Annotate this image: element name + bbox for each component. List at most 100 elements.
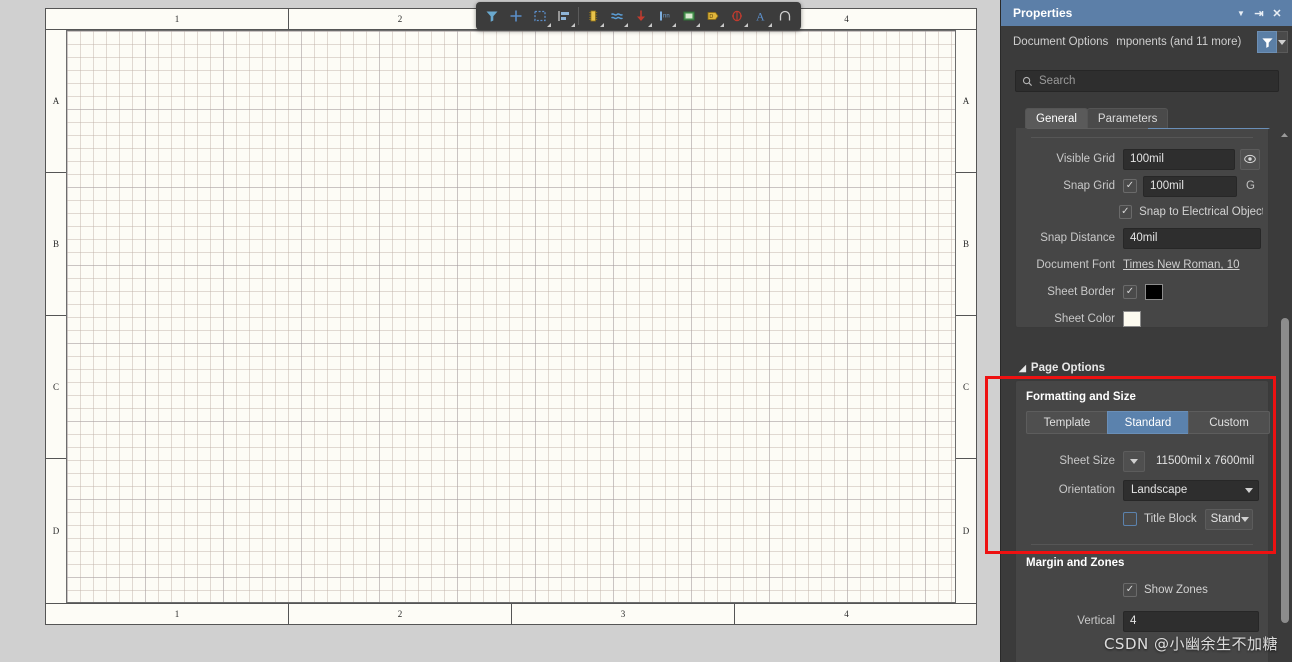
sheet-size-dropdown[interactable] bbox=[1123, 450, 1145, 472]
panel-close-icon[interactable]: ✕ bbox=[1268, 4, 1286, 22]
title-block-checkbox[interactable] bbox=[1123, 512, 1137, 526]
filter-icon[interactable] bbox=[480, 4, 504, 28]
object-filter-dropdown[interactable] bbox=[1276, 31, 1288, 53]
object-filter-primary[interactable]: Document Options bbox=[1013, 36, 1108, 48]
page-options-header[interactable]: ◢ Page Options bbox=[1019, 362, 1105, 374]
orientation-row: Orientation Landscape bbox=[1021, 479, 1263, 501]
eye-icon[interactable] bbox=[1240, 148, 1260, 170]
visible-grid-label: Visible Grid bbox=[1056, 153, 1115, 165]
visible-grid-input[interactable]: 100mil bbox=[1123, 148, 1235, 170]
toolbar-separator bbox=[578, 7, 579, 25]
zone-cell-right-A: A bbox=[956, 30, 976, 173]
sheet-border-row: Sheet Border ✓ bbox=[1021, 281, 1263, 303]
panel-vertical-scrollbar[interactable] bbox=[1279, 130, 1290, 660]
mode-custom[interactable]: Custom bbox=[1188, 411, 1270, 434]
place-no-erc-icon[interactable] bbox=[725, 4, 749, 28]
sheet-border-color-swatch[interactable] bbox=[1145, 284, 1163, 300]
watermark: CSDN @小幽余生不加糖 bbox=[1103, 635, 1278, 653]
object-filter-button[interactable] bbox=[1257, 31, 1277, 53]
snap-electrical-row: ✓ Snap to Electrical Object bbox=[1021, 202, 1263, 222]
page-options-header-label: Page Options bbox=[1030, 362, 1106, 374]
show-zones-checkbox[interactable]: ✓ bbox=[1123, 583, 1137, 597]
title-block-style-select[interactable]: Stand bbox=[1204, 508, 1253, 530]
chevron-down-icon bbox=[1130, 458, 1138, 464]
orientation-select[interactable]: Landscape bbox=[1123, 479, 1259, 501]
zone-cell-top-1: 1 bbox=[66, 9, 289, 29]
align-icon[interactable] bbox=[552, 4, 576, 28]
units-toggle[interactable]: mm mil bbox=[1026, 128, 1270, 129]
object-filter-row: Document Options mponents (and 11 more) bbox=[1001, 26, 1292, 58]
svg-text:nn: nn bbox=[663, 14, 670, 20]
panel-tabs[interactable]: General Parameters bbox=[1025, 108, 1169, 129]
scroll-up-arrow-icon[interactable] bbox=[1279, 130, 1290, 140]
zone-cell-bottom-2: 2 bbox=[289, 604, 512, 624]
margin-and-zones-header: Margin and Zones bbox=[1026, 557, 1125, 569]
snap-distance-label: Snap Distance bbox=[1040, 232, 1115, 244]
units-toggle-mil[interactable]: mil bbox=[1147, 128, 1270, 129]
place-part-icon[interactable] bbox=[581, 4, 605, 28]
sheet-color-swatch[interactable] bbox=[1123, 311, 1141, 327]
zone-cell-right-D: D bbox=[962, 526, 970, 536]
place-gnd-icon[interactable] bbox=[629, 4, 653, 28]
snap-grid-label: Snap Grid bbox=[1063, 180, 1115, 192]
snap-grid-input[interactable]: 100mil bbox=[1143, 175, 1237, 197]
panel-title-bar: Properties ▼ ⇥ ✕ bbox=[1001, 0, 1292, 26]
document-font-row: Document Font Times New Roman, 10 bbox=[1021, 254, 1263, 276]
sheet-drawing-area[interactable] bbox=[66, 30, 956, 603]
zone-strip-right: A B C D bbox=[955, 30, 976, 603]
svg-text:A: A bbox=[756, 10, 765, 24]
units-toggle-mm[interactable]: mm bbox=[1026, 128, 1149, 129]
tab-parameters[interactable]: Parameters bbox=[1086, 108, 1169, 129]
zone-cell-bottom-3: 3 bbox=[512, 604, 735, 624]
sheet-size-row: Sheet Size 11500mil x 7600mil bbox=[1021, 450, 1263, 472]
properties-panel[interactable]: Properties ▼ ⇥ ✕ Document Options mponen… bbox=[1000, 0, 1292, 662]
zone-strip-left: A B C D bbox=[46, 30, 67, 603]
panel-scroll-region[interactable]: mm mil Visible Grid 100mil Snap Grid ✓ 1… bbox=[1001, 128, 1292, 662]
orientation-value: Landscape bbox=[1131, 484, 1188, 496]
vertical-label: Vertical bbox=[1077, 615, 1115, 627]
place-text-icon[interactable]: A bbox=[749, 4, 773, 28]
crosshair-icon[interactable] bbox=[504, 4, 528, 28]
panel-menu-icon[interactable]: ▼ bbox=[1232, 4, 1250, 22]
title-block-row: Title Block Stand bbox=[1021, 508, 1263, 530]
place-wire-icon[interactable] bbox=[605, 4, 629, 28]
mode-standard[interactable]: Standard bbox=[1107, 411, 1189, 434]
panel-pin-icon[interactable]: ⇥ bbox=[1250, 4, 1268, 22]
vertical-input[interactable]: 4 bbox=[1123, 610, 1259, 632]
zone-cell-right-C: C bbox=[956, 316, 976, 459]
zone-cell-left-A: A bbox=[46, 30, 66, 173]
tab-general-label: General bbox=[1036, 113, 1077, 125]
tab-general[interactable]: General bbox=[1025, 108, 1088, 129]
sheet-size-label: Sheet Size bbox=[1059, 455, 1115, 467]
chevron-down-icon bbox=[1240, 516, 1249, 522]
schematic-canvas[interactable]: 1 2 3 4 1 2 3 4 A B C D A B bbox=[0, 0, 1000, 662]
object-filter-secondary[interactable]: mponents (and 11 more) bbox=[1116, 36, 1241, 48]
snap-distance-row: Snap Distance 40mil bbox=[1021, 227, 1263, 249]
general-options-card: mm mil Visible Grid 100mil Snap Grid ✓ 1… bbox=[1015, 128, 1270, 328]
tab-parameters-label: Parameters bbox=[1097, 113, 1158, 125]
snap-grid-row: Snap Grid ✓ 100mil G bbox=[1021, 175, 1263, 197]
page-options-card: Formatting and Size Template Standard Cu… bbox=[1015, 380, 1270, 662]
place-sheet-symbol-icon[interactable] bbox=[677, 4, 701, 28]
formatting-and-size-header: Formatting and Size bbox=[1026, 391, 1136, 403]
vertical-row: Vertical 4 bbox=[1021, 610, 1263, 632]
zone-cell-bottom-1: 1 bbox=[66, 604, 289, 624]
show-zones-row: ✓ Show Zones bbox=[1021, 579, 1263, 601]
document-font-value[interactable]: Times New Roman, 10 bbox=[1123, 259, 1240, 271]
place-arc-icon[interactable] bbox=[773, 4, 797, 28]
schematic-sheet[interactable]: 1 2 3 4 1 2 3 4 A B C D A B bbox=[45, 8, 977, 625]
snap-to-electrical-checkbox[interactable]: ✓ bbox=[1118, 205, 1133, 219]
scrollbar-thumb[interactable] bbox=[1281, 318, 1289, 623]
mode-template[interactable]: Template bbox=[1026, 411, 1108, 434]
title-block-label: Title Block bbox=[1144, 513, 1197, 525]
select-area-icon[interactable] bbox=[528, 4, 552, 28]
snap-distance-input[interactable]: 40mil bbox=[1123, 227, 1261, 249]
formatting-mode-toggle[interactable]: Template Standard Custom bbox=[1026, 411, 1270, 434]
snap-grid-checkbox[interactable]: ✓ bbox=[1123, 179, 1137, 193]
zone-cell-left-D: D bbox=[52, 526, 60, 536]
place-net-label-icon[interactable]: nn bbox=[653, 4, 677, 28]
search-input[interactable]: Search bbox=[1015, 70, 1279, 92]
active-bar-toolbar[interactable]: nn D A bbox=[476, 2, 801, 30]
sheet-border-checkbox[interactable]: ✓ bbox=[1123, 285, 1137, 299]
place-sheet-entry-icon[interactable]: D bbox=[701, 4, 725, 28]
